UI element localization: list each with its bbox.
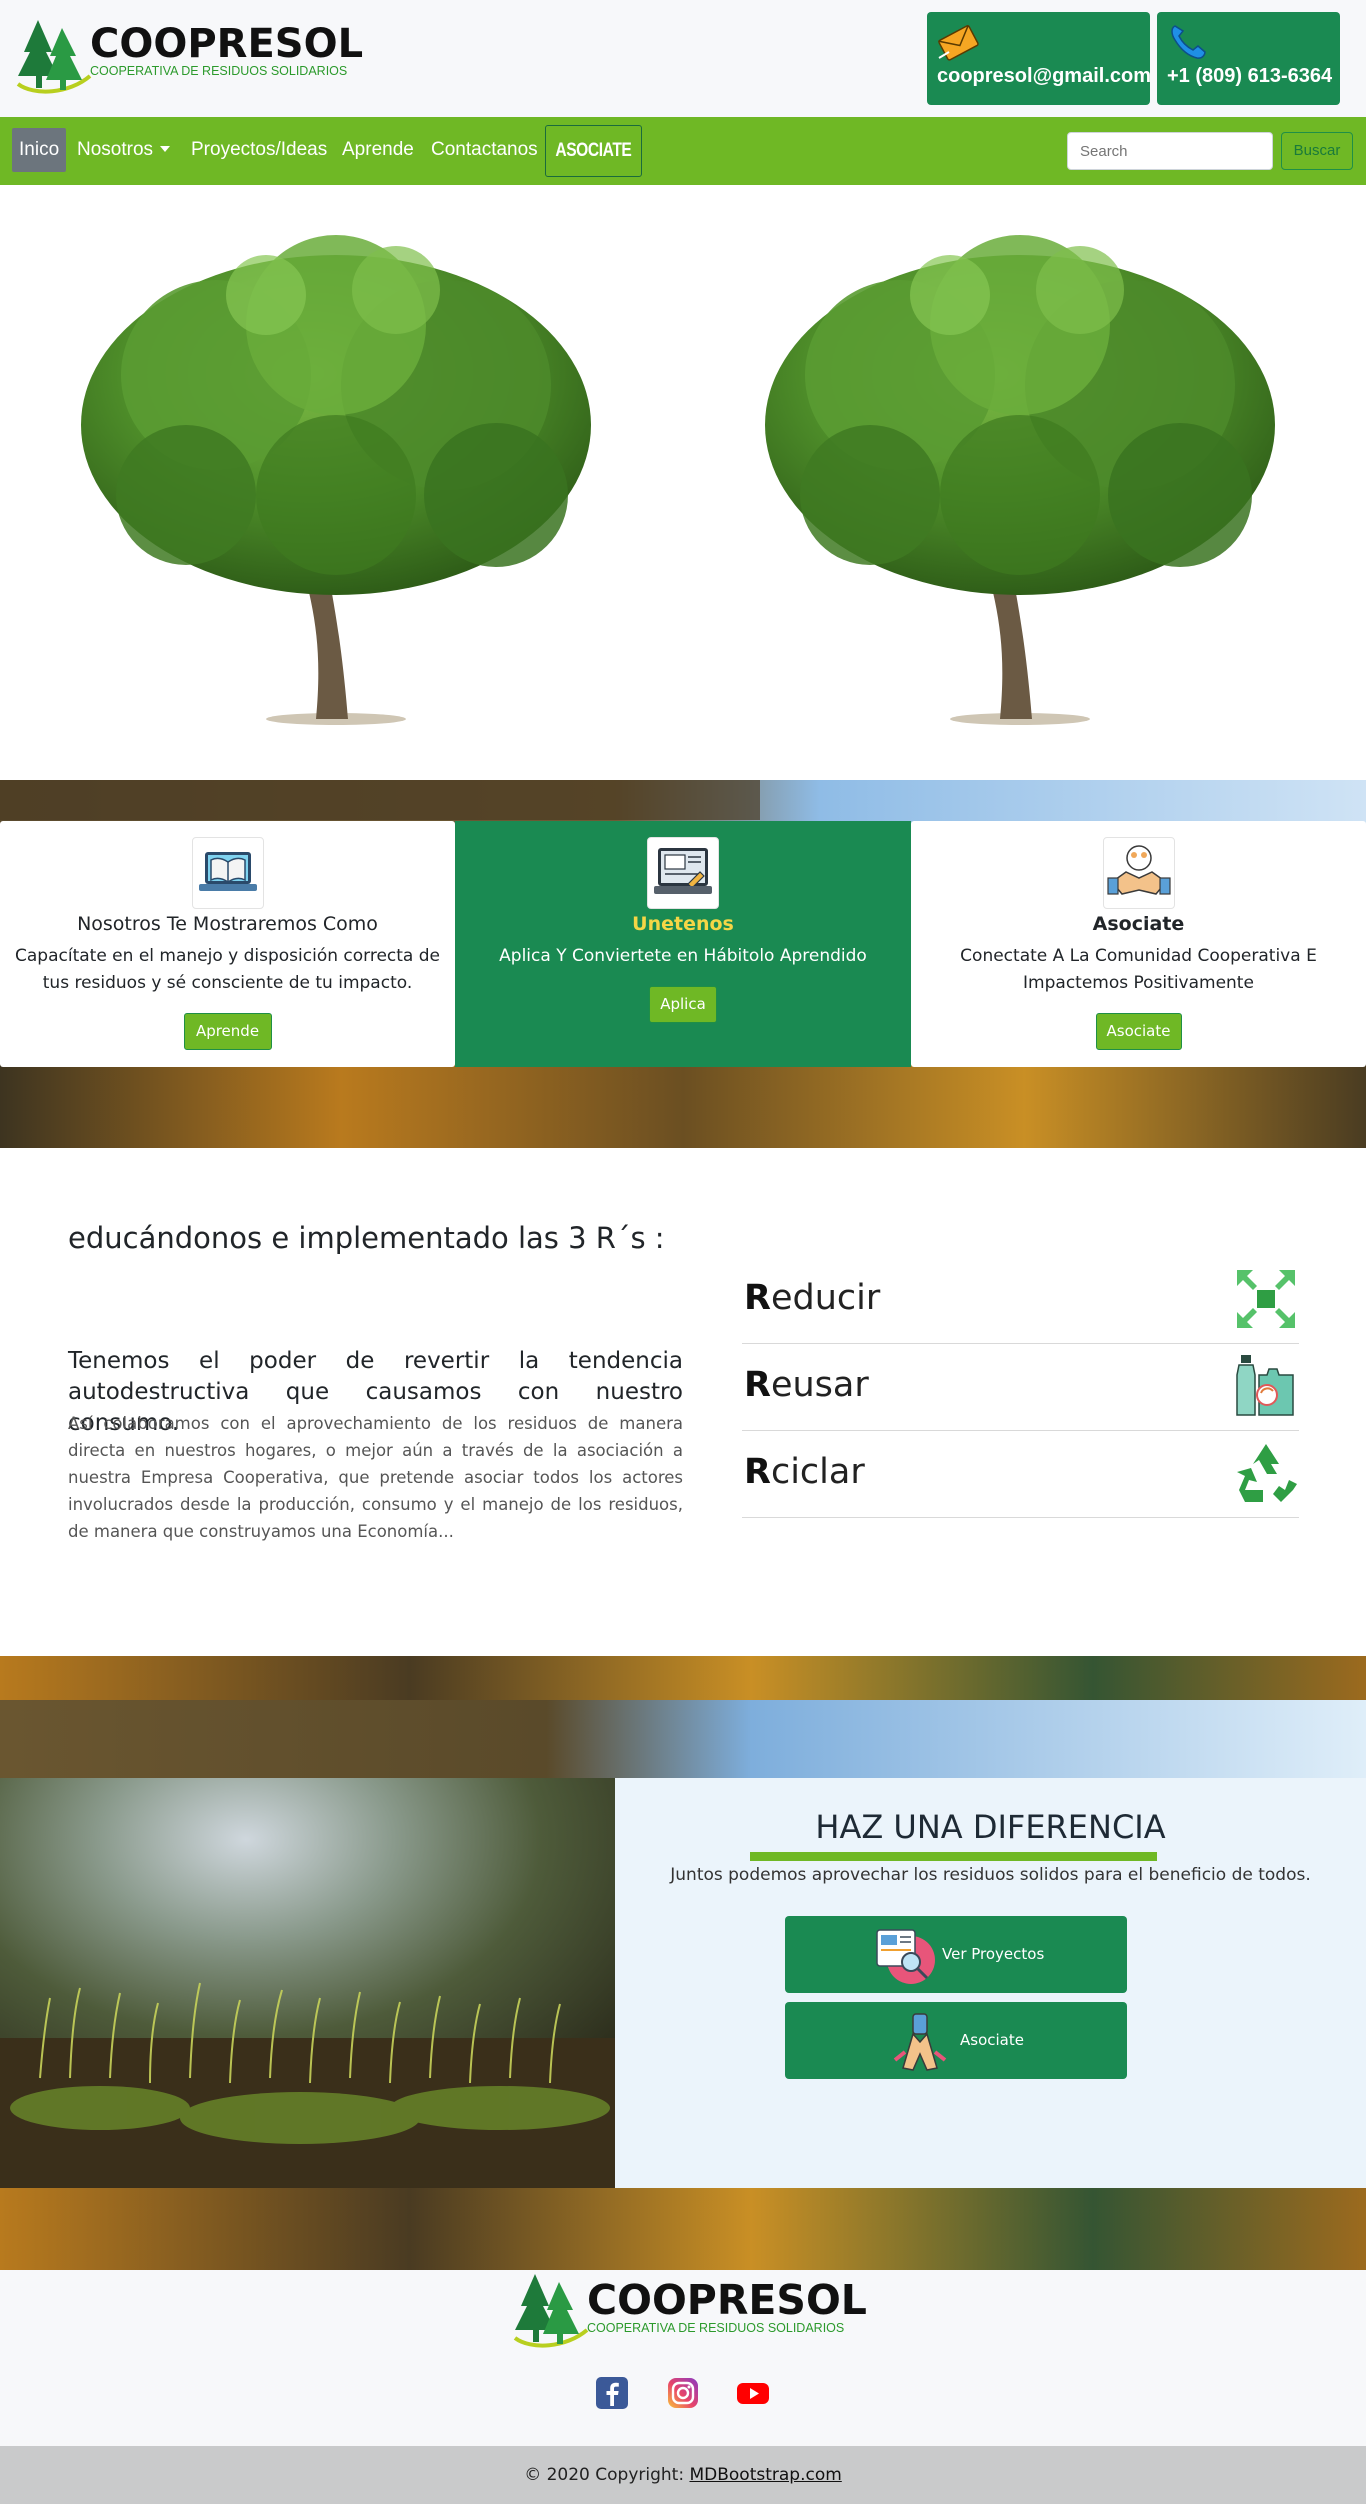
card-title: Nosotros Te Mostraremos Como [77,913,378,935]
instagram-icon[interactable] [666,2376,700,2410]
r-rest: ciclar [770,1452,865,1492]
brand-tagline: COOPERATIVA DE RESIDUOS SOLIDARIOS [587,2321,845,2335]
nav-item-contactanos[interactable]: Contactanos [431,128,538,172]
copyright-text: © 2020 Copyright: [524,2465,685,2485]
r-item-reducir: Reducir [742,1258,1299,1344]
nav-item-proyectos[interactable]: Proyectos/Ideas [191,128,327,172]
r-letter: R [744,1278,771,1318]
hero-banner [0,185,1366,780]
nav-item-label: Inico [19,139,60,160]
asociate-diferencia-label: Asociate [960,2031,1024,2049]
hands-together-icon [893,2013,947,2071]
r-item-reusar: Reusar [742,1345,1299,1431]
haz-diferencia-panel: HAZ UNA DIFERENCIA Juntos podemos aprove… [615,1778,1366,2188]
r-label: Reusar [744,1365,869,1405]
asociate-nav-button[interactable]: ASOCIATE [545,125,642,177]
nav-item-label: Contactanos [431,139,538,160]
r-item-reciclar: Rciclar [742,1432,1299,1518]
brand-tagline: COOPERATIVA DE RESIDUOS SOLIDARIOS [90,64,348,78]
asociate-nav-label: ASOCIATE [555,140,632,161]
facebook-icon[interactable] [595,2376,629,2410]
section-title: educándonos e implementado las 3 R´s : [68,1221,665,1255]
search-button[interactable]: Buscar [1281,132,1353,170]
handshake-icon [1102,837,1175,909]
title-underline [750,1852,1157,1861]
ver-proyectos-button[interactable]: Ver Proyectos [785,1916,1127,1993]
card-aprende: Nosotros Te Mostraremos Como Capacítate … [0,821,455,1067]
brand-name: COOPRESOL [90,21,364,67]
email-address: coopresol@gmail.com [937,65,1151,87]
search-document-icon [876,1929,935,1984]
copyright-link[interactable]: MDBootstrap.com [689,2465,841,2485]
footer-logo[interactable]: COOPRESOL COOPERATIVA DE RESIDUOS SOLIDA… [511,2272,867,2348]
brand-name: COOPRESOL [587,2276,867,2324]
asociate-card-button[interactable]: Asociate [1095,1013,1182,1050]
nav-item-label: Nosotros [77,139,154,160]
search-input[interactable] [1067,132,1273,170]
phone-icon [1171,25,1206,59]
tree-image [81,235,591,725]
youtube-icon[interactable] [736,2376,770,2410]
r-label: Reducir [744,1278,880,1318]
nav-item-label: Aprende [342,139,414,160]
site-header: COOPRESOL COOPERATIVA DE RESIDUOS SOLIDA… [0,0,1366,117]
phone-number: +1 (809) 613-6364 [1167,65,1333,87]
logo-trees-icon [16,20,92,94]
nav-item-inicio[interactable]: Inico [12,128,67,172]
moss-image [0,1778,615,2188]
logo-trees-icon [513,2274,589,2348]
ver-proyectos-label: Ver Proyectos [942,1945,1045,1963]
card-title: Unetenos [632,913,734,935]
card-unetenos: Unetenos Aplica Y Conviertete en Hábitol… [455,821,911,1067]
brand-logo[interactable]: COOPRESOL COOPERATIVA DE RESIDUOS SOLIDA… [14,18,363,94]
nav-item-nosotros[interactable]: Nosotros [77,128,171,172]
r-label: Rciclar [744,1452,865,1492]
copyright-bar: © 2020 Copyright: MDBootstrap.com [0,2446,1366,2504]
tree-image [765,235,1275,725]
aprende-button[interactable]: Aprende [183,1013,272,1050]
r-letter: R [744,1452,771,1492]
site-footer: COOPRESOL COOPERATIVA DE RESIDUOS SOLIDA… [0,2270,1366,2446]
forest-background: Nosotros Te Mostraremos Como Capacítate … [0,780,1366,1148]
online-course-icon [647,837,719,909]
diferencia-title: HAZ UNA DIFERENCIA [815,1808,1166,1846]
nav-item-label: Proyectos/Ideas [191,139,328,160]
moss-photo [0,1778,615,2188]
card-title: Asociate [1092,913,1185,935]
book-laptop-icon [191,837,264,909]
card-asociate: Asociate Conectate A La Comunidad Cooper… [911,821,1366,1067]
card-text: Aplica Y Conviertete en Hábitolo Aprendi… [499,946,867,966]
asociate-diferencia-button[interactable]: Asociate [785,2002,1127,2079]
r-rest: eusar [770,1365,869,1405]
card-text: Capacítate en el manejo y disposición co… [15,946,440,993]
section-body: Así colaboramos con el aprovechamiento d… [68,1414,683,1541]
diferencia-text: Juntos podemos aprovechar los residuos s… [670,1865,1311,1885]
phone-contact-box[interactable]: +1 (809) 613-6364 [1157,12,1340,105]
recycle-icon [1237,1444,1297,1502]
lead-line-1: Tenemos el poder de revertir la tendenci… [68,1348,683,1374]
nav-item-aprende[interactable]: Aprende [342,128,414,172]
reduce-arrows-icon [1237,1270,1295,1328]
r-letter: R [744,1365,771,1405]
card-text: Conectate A La Comunidad Cooperativa E I… [960,946,1317,993]
aplica-button[interactable]: Aplica [649,986,717,1023]
envelope-icon [938,24,979,61]
reuse-bottles-icon [1236,1355,1294,1416]
email-contact-box[interactable]: coopresol@gmail.com [927,12,1151,105]
main-navbar: Inico Nosotros Proyectos/Ideas Aprende C… [0,117,1366,185]
chevron-down-icon [160,146,171,152]
r-rest: educir [770,1278,881,1318]
